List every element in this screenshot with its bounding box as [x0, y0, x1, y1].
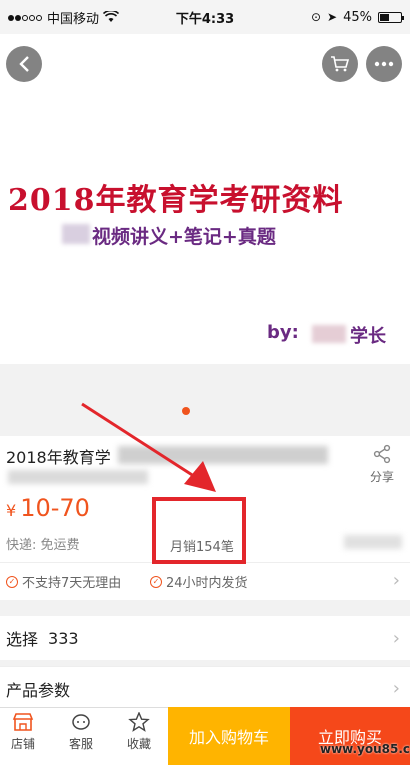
chevron-right-icon: › — [392, 570, 400, 591]
share-icon — [373, 444, 391, 464]
blurred-author — [312, 325, 346, 343]
battery-percent: 45% — [343, 9, 372, 25]
chat-icon — [72, 714, 90, 730]
price-value: 10-70 — [20, 494, 90, 522]
product-title: 2018年教育学 — [6, 448, 111, 467]
image-author-suffix: 学长 — [350, 326, 386, 347]
service-item-24h-delivery: ✓ 24小时内发货 — [150, 572, 248, 591]
service-label: 不支持7天无理由 — [22, 576, 122, 591]
tab-favorite[interactable]: 收藏 — [111, 712, 167, 752]
monthly-sales: 月销154笔 — [170, 540, 234, 555]
image-author-prefix: by: — [267, 322, 299, 343]
select-label: 选择 — [6, 630, 39, 649]
status-bar: 中国移动 下午4:33 ⊙ ➤ 45% — [0, 0, 410, 34]
params-label: 产品参数 — [6, 680, 71, 700]
currency-symbol: ¥ — [6, 501, 17, 520]
more-button[interactable] — [366, 46, 402, 82]
check-icon: ✓ — [150, 575, 162, 588]
tab-label: 收藏 — [126, 737, 151, 751]
chevron-left-icon — [19, 56, 29, 72]
blurred-text — [62, 224, 90, 244]
select-value: 333 — [48, 628, 79, 648]
add-to-cart-button[interactable]: 加入购物车 — [168, 707, 290, 765]
chevron-right-icon: › — [392, 627, 400, 649]
service-label: 24小时内发货 — [166, 576, 248, 591]
tab-label: 店铺 — [10, 737, 35, 751]
location-icon: ➤ — [327, 10, 338, 24]
image-title: 2018年教育学考研资料 — [8, 183, 344, 218]
select-option-row[interactable]: 选择 333 › — [0, 616, 410, 660]
cart-button[interactable] — [322, 46, 358, 82]
back-button[interactable] — [6, 46, 42, 82]
shipping-info: 快递: 免运费 — [6, 538, 80, 553]
image-footer — [0, 364, 410, 436]
more-icon — [374, 61, 394, 67]
battery-icon — [378, 11, 404, 23]
blurred-title-line2 — [8, 470, 148, 484]
buy-now-button[interactable]: 立即购买 — [290, 707, 410, 765]
chevron-right-icon: › — [392, 678, 400, 699]
rotation-lock-icon: ⊙ — [310, 10, 322, 24]
share-label: 分享 — [369, 470, 394, 484]
carousel-indicator — [182, 407, 190, 415]
check-icon: ✓ — [6, 575, 18, 588]
watermark: www.you85.cn — [320, 742, 410, 756]
share-button[interactable]: 分享 — [362, 444, 402, 485]
price: ¥10-70 — [6, 494, 90, 522]
tab-shop[interactable]: 店铺 — [0, 712, 51, 752]
cart-icon — [331, 56, 350, 72]
service-item-no-return: ✓ 不支持7天无理由 — [6, 572, 121, 591]
image-subtitle: 视频讲义+笔记+真题 — [92, 226, 276, 248]
blurred-title — [118, 446, 328, 464]
tab-label: 客服 — [68, 737, 93, 751]
product-params-row[interactable]: 产品参数 › — [0, 666, 410, 710]
blurred-location — [344, 535, 402, 549]
tab-customer-service[interactable]: 客服 — [53, 712, 109, 752]
shop-icon — [12, 713, 34, 731]
star-icon — [128, 712, 150, 732]
